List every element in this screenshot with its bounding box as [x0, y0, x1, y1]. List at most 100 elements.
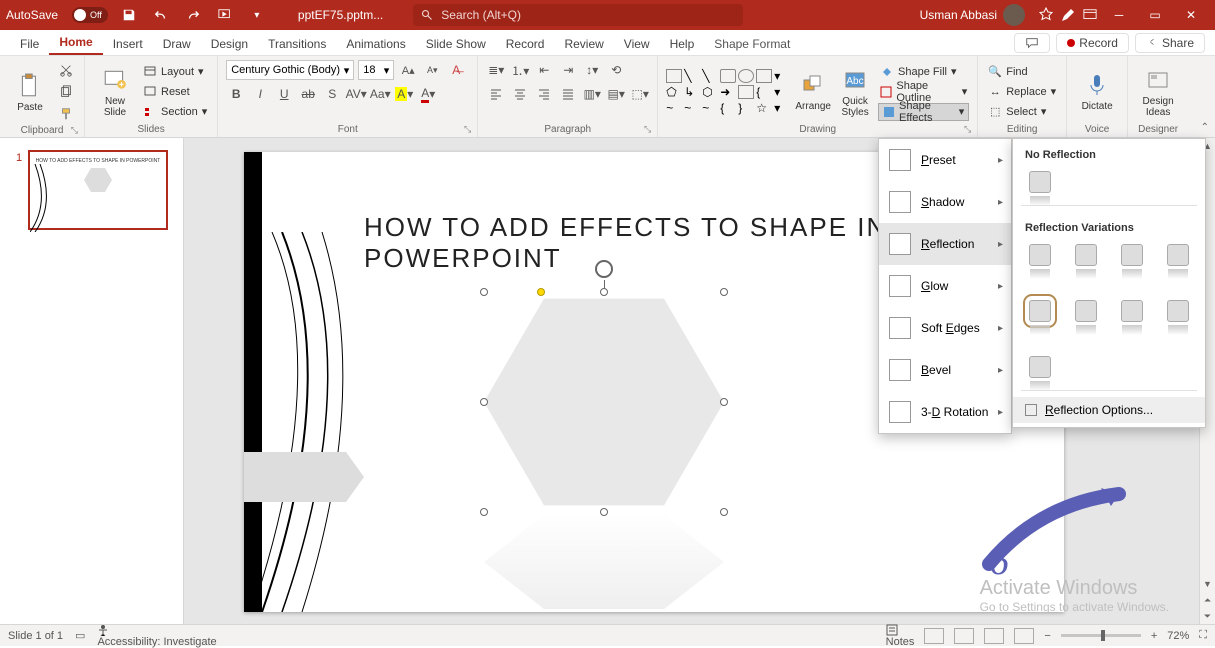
fx-bevel[interactable]: Bevel▸ [879, 349, 1011, 391]
drawing-launcher[interactable]: ⤡ [964, 124, 971, 135]
next-slide-icon[interactable]: ⏷ [1200, 608, 1215, 624]
resize-handle-sw[interactable] [480, 508, 488, 516]
search-box[interactable]: Search (Alt+Q) [413, 4, 743, 26]
rotate-handle[interactable] [595, 260, 613, 278]
bullets-icon[interactable]: ≣▾ [486, 60, 506, 80]
undo-icon[interactable] [150, 4, 172, 26]
accessibility-button[interactable]: Accessibility: Investigate [97, 624, 216, 648]
text-direction-icon[interactable]: ⟲ [606, 60, 626, 80]
font-size-combo[interactable]: 18▾ [358, 60, 394, 80]
zoom-level[interactable]: 72% [1167, 630, 1189, 642]
resize-handle-e[interactable] [720, 398, 728, 406]
reading-view-icon[interactable] [984, 628, 1004, 644]
strikethrough-icon[interactable]: ab [298, 84, 318, 104]
collapse-ribbon-icon[interactable]: ⌃ [1201, 122, 1209, 133]
smartart-icon[interactable]: ⬚▾ [630, 84, 650, 104]
reset-button[interactable]: Reset [141, 83, 209, 101]
resize-handle-s[interactable] [600, 508, 608, 516]
font-launcher[interactable]: ⤡ [464, 124, 471, 135]
record-button[interactable]: Record [1056, 33, 1129, 53]
reflection-variant-3[interactable] [1121, 244, 1143, 266]
no-reflection-thumb[interactable] [1029, 171, 1051, 193]
tab-draw[interactable]: Draw [153, 33, 201, 55]
shape-fill-button[interactable]: Shape Fill ▾ [878, 63, 969, 81]
slide-thumbnail-1[interactable]: 1 HOW TO ADD EFFECTS TO SHAPE IN POWERPO… [28, 150, 168, 230]
reflection-options[interactable]: Reflection Options... [1013, 397, 1205, 423]
tab-record[interactable]: Record [496, 33, 555, 55]
decrease-indent-icon[interactable]: ⇤ [534, 60, 554, 80]
tab-file[interactable]: File [10, 33, 49, 55]
increase-font-icon[interactable]: A▴ [398, 60, 418, 80]
coming-soon-icon[interactable] [1035, 4, 1057, 26]
zoom-in-icon[interactable]: + [1151, 630, 1157, 642]
shape-effects-button[interactable]: Shape Effects ▾ [878, 103, 969, 121]
replace-button[interactable]: ↔Replace ▾ [986, 83, 1058, 101]
paste-button[interactable]: Paste [8, 63, 52, 121]
fx-preset[interactable]: Preset▸ [879, 139, 1011, 181]
account-button[interactable]: Usman Abbasi [920, 4, 1025, 26]
tab-review[interactable]: Review [554, 33, 613, 55]
underline-icon[interactable]: U [274, 84, 294, 104]
tab-view[interactable]: View [614, 33, 660, 55]
from-beginning-icon[interactable] [214, 4, 236, 26]
layout-button[interactable]: Layout ▾ [141, 63, 209, 81]
columns-icon[interactable]: ▥▾ [582, 84, 602, 104]
notes-button[interactable]: Notes [886, 624, 915, 648]
reflection-variant-8[interactable] [1167, 300, 1189, 322]
save-icon[interactable] [118, 4, 140, 26]
resize-handle-se[interactable] [720, 508, 728, 516]
pen-icon[interactable] [1057, 4, 1079, 26]
reflection-variant-5[interactable] [1029, 300, 1051, 322]
tab-insert[interactable]: Insert [103, 33, 153, 55]
maximize-button[interactable]: ▭ [1137, 0, 1173, 30]
quick-styles-button[interactable]: Abc Quick Styles [836, 63, 874, 121]
slideshow-view-icon[interactable] [1014, 628, 1034, 644]
reflection-variant-4[interactable] [1167, 244, 1189, 266]
language-icon[interactable]: ▭ [75, 629, 85, 642]
fx-glow[interactable]: Glow▸ [879, 265, 1011, 307]
align-right-icon[interactable] [534, 84, 554, 104]
qat-customize-icon[interactable]: ▾ [246, 4, 268, 26]
numbering-icon[interactable]: ⒈▾ [510, 60, 530, 80]
paragraph-launcher[interactable]: ⤡ [644, 124, 651, 135]
resize-handle-n[interactable] [600, 288, 608, 296]
close-button[interactable]: ✕ [1173, 0, 1209, 30]
hexagon-shape[interactable] [484, 292, 724, 512]
justify-icon[interactable] [558, 84, 578, 104]
section-button[interactable]: Section ▾ [141, 103, 209, 121]
adjustment-handle[interactable] [537, 288, 545, 296]
tab-home[interactable]: Home [49, 31, 102, 55]
tab-transitions[interactable]: Transitions [258, 33, 336, 55]
clipboard-launcher[interactable]: ⤡ [71, 125, 78, 136]
align-text-icon[interactable]: ▤▾ [606, 84, 626, 104]
shape-outline-button[interactable]: Shape Outline ▾ [878, 83, 969, 101]
copy-icon[interactable] [56, 82, 76, 102]
fit-to-window-icon[interactable]: ⛶ [1199, 629, 1207, 642]
font-color-icon[interactable]: A▾ [418, 84, 438, 104]
normal-view-icon[interactable] [924, 628, 944, 644]
autosave-toggle[interactable]: Off [72, 7, 108, 23]
reflection-variant-6[interactable] [1075, 300, 1097, 322]
reflection-variant-9[interactable] [1029, 356, 1051, 378]
arrange-button[interactable]: Arrange [794, 63, 832, 121]
tab-animations[interactable]: Animations [336, 33, 415, 55]
tab-shape-format[interactable]: Shape Format [704, 33, 800, 55]
font-name-combo[interactable]: Century Gothic (Body)▾ [226, 60, 354, 80]
increase-indent-icon[interactable]: ⇥ [558, 60, 578, 80]
prev-slide-icon[interactable]: ⏶ [1200, 592, 1215, 608]
redo-icon[interactable] [182, 4, 204, 26]
shadow-text-icon[interactable]: S [322, 84, 342, 104]
fx-soft-edges[interactable]: Soft Edges▸ [879, 307, 1011, 349]
tab-help[interactable]: Help [660, 33, 705, 55]
decrease-font-icon[interactable]: A▾ [422, 60, 442, 80]
shapes-gallery[interactable]: ╲╲▾ ⬠↳⬡➜{▾ ~~~{}☆▾ [666, 69, 790, 115]
align-left-icon[interactable] [486, 84, 506, 104]
cut-icon[interactable] [56, 60, 76, 80]
tab-design[interactable]: Design [201, 33, 258, 55]
tab-slideshow[interactable]: Slide Show [416, 33, 496, 55]
change-case-icon[interactable]: Aa▾ [370, 84, 390, 104]
slide-thumbnails-pane[interactable]: 1 HOW TO ADD EFFECTS TO SHAPE IN POWERPO… [0, 138, 184, 624]
comments-button[interactable] [1014, 33, 1050, 53]
fx-reflection[interactable]: Reflection▸ [879, 223, 1011, 265]
line-spacing-icon[interactable]: ↕▾ [582, 60, 602, 80]
